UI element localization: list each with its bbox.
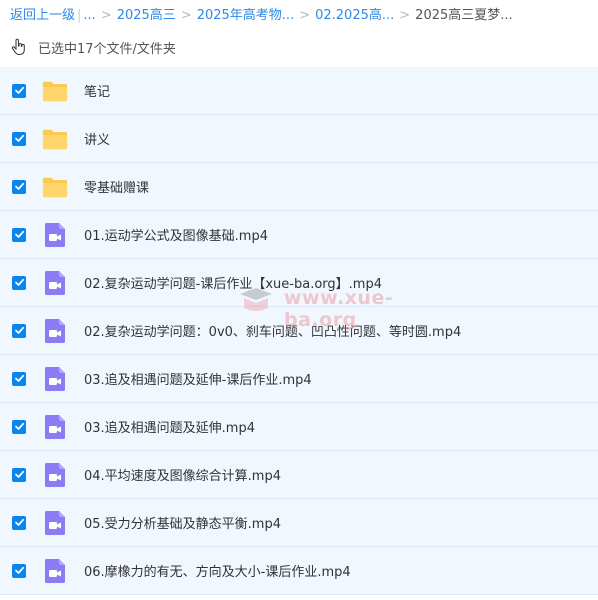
file-name[interactable]: 零基础赠课 [84,177,149,196]
breadcrumb-current: 2025高三夏梦... [415,8,513,23]
breadcrumb-back-link[interactable]: 返回上一级 [10,8,75,23]
video-file-icon [42,510,68,536]
video-file-icon [42,222,68,248]
file-name[interactable]: 03.追及相遇问题及延伸-课后作业.mp4 [84,369,312,388]
breadcrumb-separator: > [399,8,411,23]
file-list: 笔记讲义零基础赠课 01.运动学公式及图像基础.mp4 02.复杂运动学问题-课后作… [0,67,598,595]
checkbox-checked-icon[interactable] [12,515,26,530]
video-file-icon [42,558,68,584]
file-name[interactable]: 05.受力分析基础及静态平衡.mp4 [84,513,281,532]
file-row[interactable]: 02.复杂运动学问题-课后作业【xue-ba.org】.mp4 [0,259,598,307]
checkbox-checked-icon[interactable] [12,227,26,242]
checkbox-checked-icon[interactable] [12,179,26,194]
file-name[interactable]: 02.复杂运动学问题-课后作业【xue-ba.org】.mp4 [84,273,382,292]
file-row[interactable]: 笔记 [0,67,598,115]
file-name[interactable]: 01.运动学公式及图像基础.mp4 [84,225,268,244]
file-row[interactable]: 01.运动学公式及图像基础.mp4 [0,211,598,259]
breadcrumb-separator: > [180,8,192,23]
file-name[interactable]: 04.平均速度及图像综合计算.mp4 [84,465,281,484]
selection-status: 已选中17个文件/文件夹 [10,36,176,58]
file-row[interactable]: 03.追及相遇问题及延伸.mp4 [0,403,598,451]
breadcrumb: 返回上一级 |... >2025高三 >2025年高考物... >02.2025高...… [10,6,513,26]
breadcrumb-ellipsis[interactable]: ... [83,8,95,23]
breadcrumb-item-3[interactable]: 02.2025高... [315,8,394,23]
file-name[interactable]: 03.追及相遇问题及延伸.mp4 [84,417,255,436]
file-row[interactable]: 06.摩橡力的有无、方向及大小-课后作业.mp4 [0,547,598,595]
breadcrumb-divider: | [77,8,82,23]
checkbox-checked-icon[interactable] [12,83,26,98]
video-file-icon [42,318,68,344]
breadcrumb-item-1[interactable]: 2025高三 [117,8,176,23]
file-row[interactable]: 03.追及相遇问题及延伸-课后作业.mp4 [0,355,598,403]
file-name[interactable]: 02.复杂运动学问题：0v0、刹车问题、凹凸性问题、等时圆.mp4 [84,321,461,340]
selection-count-text: 已选中17个文件/文件夹 [38,41,176,57]
hand-pointer-icon[interactable] [10,38,28,56]
file-row[interactable]: 讲义 [0,115,598,163]
checkbox-checked-icon[interactable] [12,323,26,338]
video-file-icon [42,414,68,440]
video-file-icon [42,366,68,392]
folder-icon [42,78,68,104]
checkbox-checked-icon[interactable] [12,131,26,146]
file-name[interactable]: 06.摩橡力的有无、方向及大小-课后作业.mp4 [84,561,351,580]
checkbox-checked-icon[interactable] [12,419,26,434]
video-file-icon [42,270,68,296]
file-name[interactable]: 笔记 [84,81,110,100]
breadcrumb-separator: > [100,8,112,23]
file-row[interactable]: 05.受力分析基础及静态平衡.mp4 [0,499,598,547]
file-name[interactable]: 讲义 [84,129,110,148]
checkbox-checked-icon[interactable] [12,371,26,386]
video-file-icon [42,462,68,488]
file-row[interactable]: 零基础赠课 [0,163,598,211]
file-row[interactable]: 04.平均速度及图像综合计算.mp4 [0,451,598,499]
checkbox-checked-icon[interactable] [12,275,26,290]
breadcrumb-separator: > [299,8,311,23]
breadcrumb-item-2[interactable]: 2025年高考物... [197,8,294,23]
checkbox-checked-icon[interactable] [12,563,26,578]
folder-icon [42,126,68,152]
checkbox-checked-icon[interactable] [12,467,26,482]
folder-icon [42,174,68,200]
file-row[interactable]: 02.复杂运动学问题：0v0、刹车问题、凹凸性问题、等时圆.mp4 [0,307,598,355]
